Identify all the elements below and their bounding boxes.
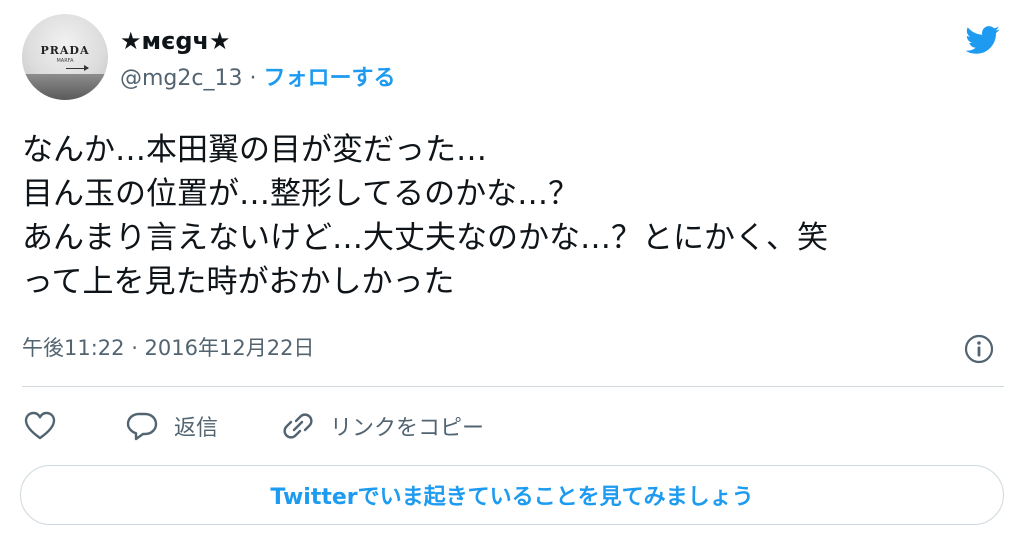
follow-link[interactable]: フォローする [263, 66, 395, 91]
heart-icon [24, 411, 56, 440]
reply-label: 返信 [174, 416, 219, 441]
divider [22, 386, 1004, 387]
like-button[interactable] [24, 406, 56, 446]
avatar-brand-text: PRADA [40, 44, 90, 57]
avatar-arrow-tip [84, 65, 89, 71]
author-display-name[interactable]: ★мєgч★ [120, 26, 231, 56]
tweet-timestamp[interactable]: 午後11:22 · 2016年12月22日 [22, 333, 314, 363]
speech-bubble-icon [126, 412, 158, 441]
reply-button[interactable]: 返信 [126, 406, 218, 446]
explore-twitter-button[interactable]: Twitterでいま起きていることを見てみましょう [20, 465, 1004, 525]
copy-link-button[interactable]: リンクをコピー [282, 406, 484, 446]
link-icon [283, 413, 313, 439]
avatar-floor [22, 74, 108, 100]
twitter-bird-icon[interactable] [960, 22, 1004, 58]
avatar[interactable]: PRADA MARFA [22, 14, 108, 100]
tweet-text: なんか…本田翼の目が変だった… 目ん玉の位置が…整形してるのかな…？ あんまり言… [22, 132, 828, 300]
handle-separator: · [249, 66, 257, 91]
avatar-sub-text: MARFA [56, 58, 74, 64]
author-handle-line: @mg2c_13 · フォローする [120, 64, 396, 94]
author-handle[interactable]: @mg2c_13 [120, 66, 242, 91]
info-icon[interactable] [964, 334, 994, 364]
copy-link-label: リンクをコピー [330, 416, 485, 441]
